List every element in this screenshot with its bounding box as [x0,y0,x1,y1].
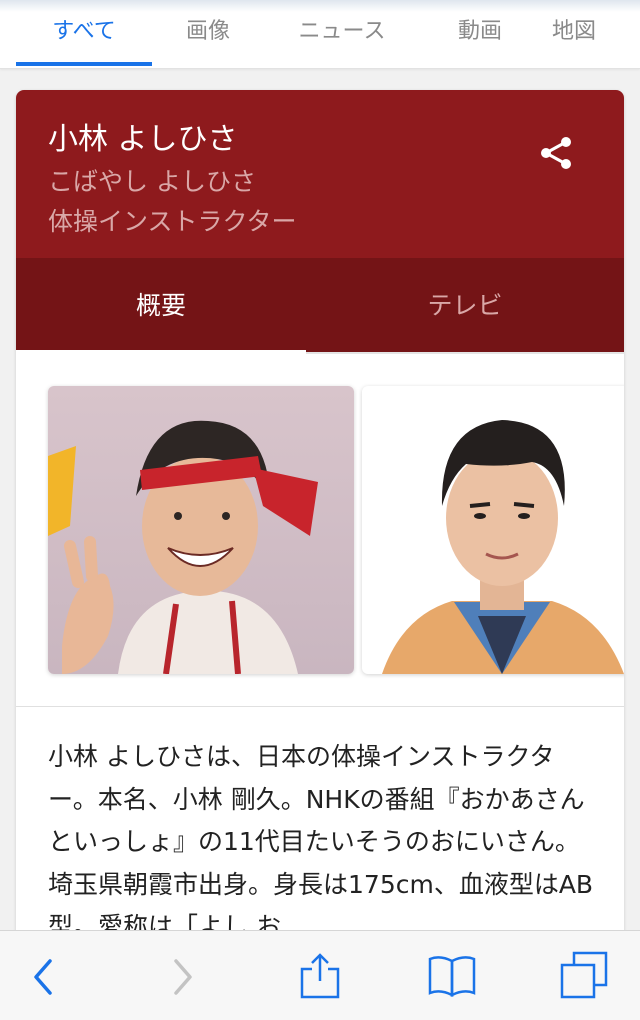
knowledge-panel: 小林 よしひさ こばやし よしひさ 体操インストラクター 概要 テレビ 小林 よ… [16,90,624,970]
overview-tab-indicator [16,350,306,354]
share-icon [300,953,340,999]
tab-videos[interactable]: 動画 [432,14,528,50]
tabs-button[interactable] [558,949,610,1001]
tab-tv[interactable]: テレビ [320,258,610,354]
person-name-reading: こばやし よしひさ [48,167,256,196]
knowledge-panel-header: 小林 よしひさ こばやし よしひさ 体操インストラクター [16,90,624,258]
browser-toolbar [0,930,640,1020]
active-tab-indicator [16,62,152,66]
portrait-image-2 [382,420,624,674]
person-photo-2[interactable] [362,386,624,674]
person-role: 体操インストラクター [48,207,297,236]
forward-icon [174,959,192,995]
tab-news[interactable]: ニュース [280,14,404,50]
person-name: 小林 よしひさ [48,122,238,157]
tabs-icon [560,951,608,999]
back-button[interactable] [18,949,70,1001]
forward-button[interactable] [156,949,208,1001]
tab-rule [306,352,624,354]
share-page-button[interactable] [294,949,346,1001]
share-button[interactable] [532,130,580,178]
bookmarks-icon [428,956,476,998]
share-icon [541,137,571,169]
knowledge-panel-tabs: 概要 テレビ [16,258,624,354]
bookmarks-button[interactable] [426,949,478,1001]
search-tabs-bar: すべて 画像 ニュース 動画 地図 [0,0,640,69]
person-description: 小林 よしひさは、日本の体操インストラクター。本名、小林 剛久。NHKの番組『お… [48,742,594,941]
tab-all[interactable]: すべて [16,14,152,50]
top-fade [0,0,640,12]
tab-maps[interactable]: 地図 [552,14,640,50]
portrait-image-1 [48,420,318,674]
tab-images[interactable]: 画像 [160,14,256,50]
back-icon [34,959,52,995]
person-photo-1[interactable] [48,386,354,674]
tab-overview[interactable]: 概要 [16,258,306,354]
section-divider [16,706,624,707]
